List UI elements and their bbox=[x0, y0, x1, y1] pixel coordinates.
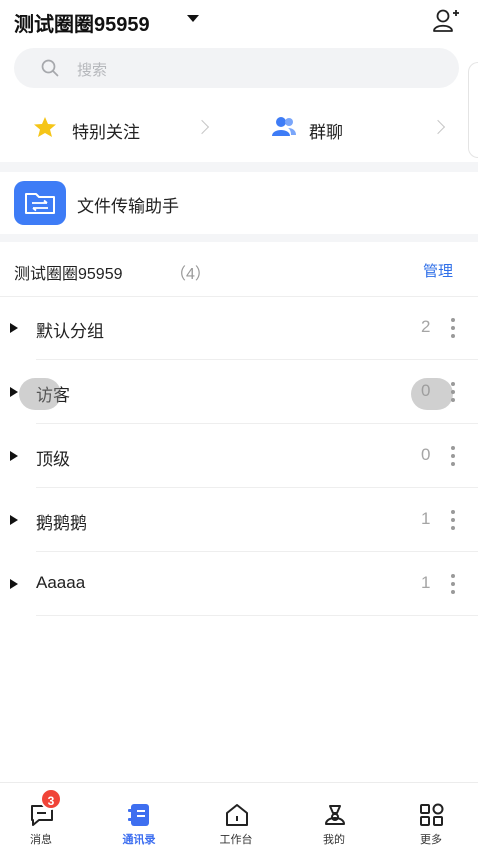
search-icon bbox=[41, 59, 59, 77]
tab-label: 工作台 bbox=[219, 834, 253, 846]
org-title[interactable]: 测试圈圈95959 bbox=[14, 8, 150, 37]
more-vertical-icon[interactable] bbox=[451, 510, 455, 530]
tab-label: 消息 bbox=[30, 834, 52, 846]
caret-down-icon[interactable] bbox=[187, 15, 199, 22]
expand-arrow-icon[interactable] bbox=[10, 579, 18, 589]
tab-more[interactable]: 更多 bbox=[383, 783, 478, 851]
chevron-right-icon bbox=[194, 119, 210, 135]
more-vertical-icon[interactable] bbox=[451, 446, 455, 466]
group-name: 默认分组 bbox=[36, 322, 104, 341]
quick-links: 特别关注 群聊 bbox=[0, 100, 478, 156]
special-follow-link[interactable]: 特别关注 bbox=[0, 100, 230, 156]
more-vertical-icon[interactable] bbox=[451, 574, 455, 594]
star-icon bbox=[34, 117, 56, 137]
file-transfer-label: 文件传输助手 bbox=[77, 197, 179, 216]
touch-indicator bbox=[19, 378, 61, 410]
expand-arrow-icon[interactable] bbox=[10, 323, 18, 333]
group-section-header: 测试圈圈95959 （4） 管理 bbox=[0, 242, 478, 297]
profile-icon bbox=[325, 805, 345, 825]
bottom-tab-bar: 3 消息 通讯录 工作台 我的 更多 bbox=[0, 782, 478, 851]
group-chat-link[interactable]: 群聊 bbox=[240, 100, 460, 156]
tab-label: 我的 bbox=[323, 834, 345, 846]
expand-arrow-icon[interactable] bbox=[10, 515, 18, 525]
group-member-count: 0 bbox=[421, 445, 431, 464]
group-row[interactable]: 鹅鹅鹅 1 bbox=[0, 488, 478, 552]
chevron-right-icon bbox=[430, 119, 446, 135]
group-chat-icon bbox=[272, 117, 296, 136]
tab-messages[interactable]: 3 消息 bbox=[0, 783, 89, 851]
more-apps-icon bbox=[420, 803, 444, 826]
group-section-count: （4） bbox=[170, 266, 211, 283]
tab-workbench[interactable]: 工作台 bbox=[188, 783, 284, 851]
folder-transfer-icon bbox=[14, 181, 66, 225]
search-bar[interactable]: 搜索 bbox=[14, 48, 459, 88]
tab-contacts[interactable]: 通讯录 bbox=[91, 783, 187, 851]
group-section-title: 测试圈圈95959 bbox=[14, 266, 123, 283]
unread-badge: 3 bbox=[40, 788, 62, 810]
group-row[interactable]: 默认分组 2 bbox=[0, 296, 478, 360]
tab-label: 更多 bbox=[420, 834, 442, 846]
tab-profile[interactable]: 我的 bbox=[286, 783, 382, 851]
special-follow-label: 特别关注 bbox=[72, 123, 140, 142]
tab-label: 通讯录 bbox=[122, 834, 156, 846]
workbench-icon bbox=[226, 804, 248, 826]
top-bar: 测试圈圈95959 bbox=[0, 0, 478, 42]
group-chat-label: 群聊 bbox=[309, 123, 343, 142]
more-vertical-icon[interactable] bbox=[451, 318, 455, 338]
manage-button[interactable]: 管理 bbox=[423, 260, 453, 281]
group-name: Aaaaa bbox=[36, 573, 86, 592]
section-divider bbox=[0, 234, 478, 242]
section-divider bbox=[0, 162, 478, 172]
group-row[interactable]: 访客 0 bbox=[0, 360, 478, 424]
search-placeholder: 搜索 bbox=[77, 62, 108, 79]
group-member-count: 1 bbox=[421, 509, 431, 528]
group-member-count: 2 bbox=[421, 317, 431, 336]
contacts-icon bbox=[128, 804, 149, 826]
row-divider bbox=[36, 615, 478, 616]
group-name: 鹅鹅鹅 bbox=[36, 514, 87, 533]
file-transfer-row[interactable]: 文件传输助手 bbox=[0, 172, 478, 234]
touch-indicator bbox=[411, 378, 453, 410]
add-contact-icon[interactable] bbox=[432, 8, 460, 34]
expand-arrow-icon[interactable] bbox=[10, 451, 18, 461]
group-name: 顶级 bbox=[36, 450, 70, 469]
expand-arrow-icon[interactable] bbox=[10, 387, 18, 397]
group-member-count: 1 bbox=[421, 573, 431, 592]
group-row[interactable]: Aaaaa 1 bbox=[0, 552, 478, 616]
group-row[interactable]: 顶级 0 bbox=[0, 424, 478, 488]
